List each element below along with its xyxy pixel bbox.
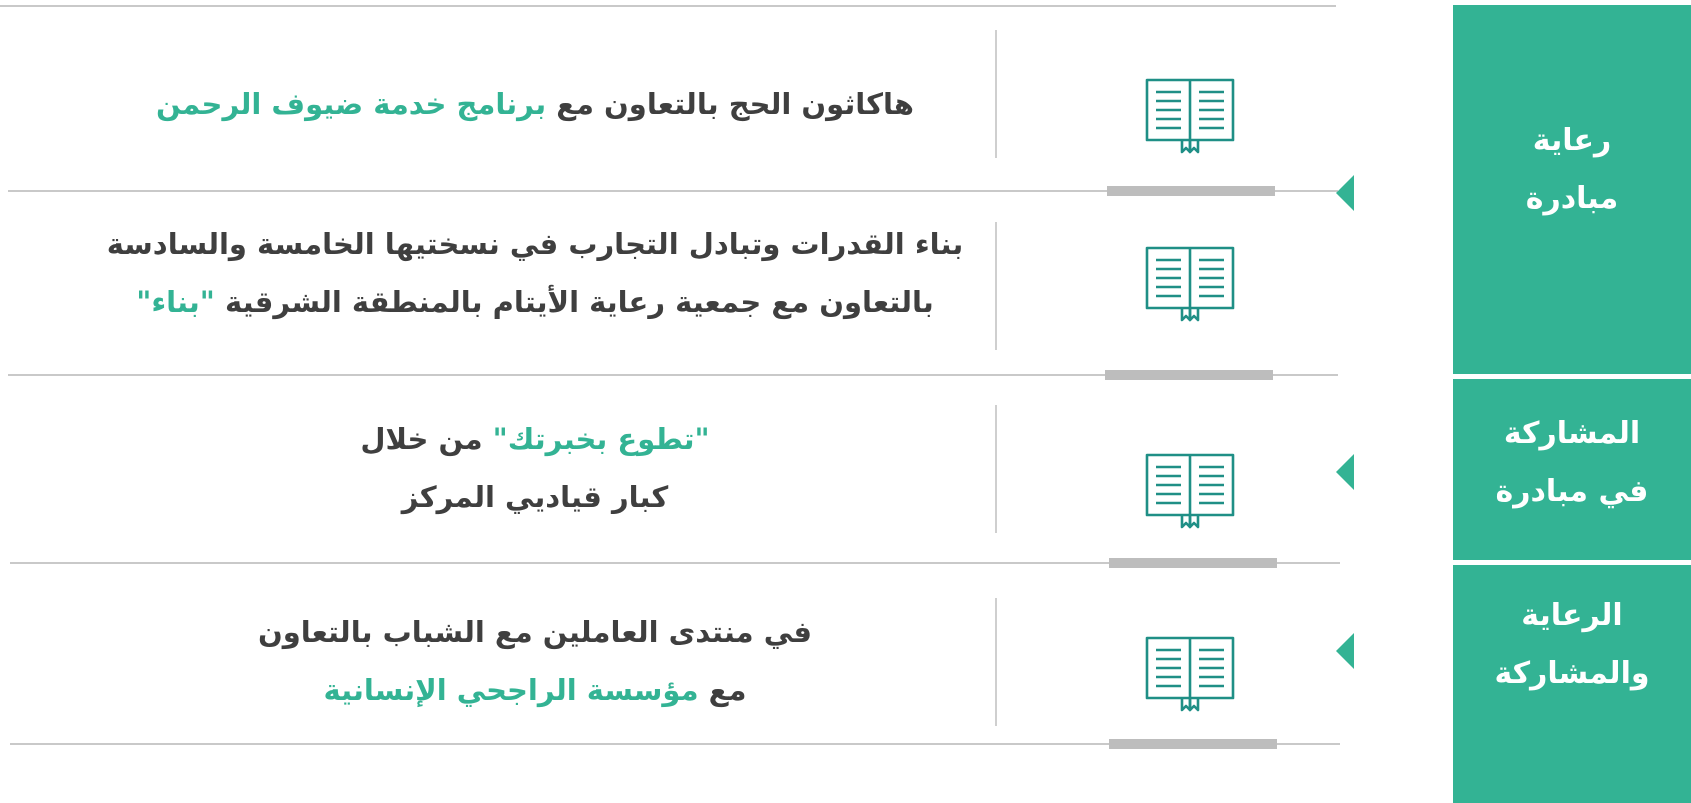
- description-text: بالتعاون مع جمعية رعاية الأيتام بالمنطقة…: [214, 285, 934, 319]
- category-pointer: [1336, 633, 1354, 669]
- category-label-participation: المشاركة في مبادرة: [1453, 405, 1691, 521]
- category-label-sponsorship: رعاية مبادرة: [1453, 112, 1691, 228]
- description-text: هاكاثون الحج بالتعاون مع: [546, 87, 914, 121]
- open-book-icon: [1145, 246, 1235, 322]
- description-line: مع مؤسسة الراجحي الإنسانية: [60, 661, 1010, 719]
- icon-underline-bar: [1107, 186, 1275, 196]
- open-book-icon: [1145, 636, 1235, 712]
- description-line: "تطوع بخبرتك" من خلال: [60, 410, 1010, 468]
- category-label-sponsorship-participation: الرعاية والمشاركة: [1453, 587, 1691, 703]
- category-label-line: مبادرة: [1525, 181, 1619, 216]
- description-text: بناء القدرات وتبادل التجارب في نسختيها ا…: [106, 227, 964, 261]
- description-highlight: مؤسسة الراجحي الإنسانية: [323, 673, 699, 707]
- description-text: كبار قياديي المركز: [401, 480, 669, 514]
- initiative-description: بناء القدرات وتبادل التجارب في نسختيها ا…: [60, 215, 1010, 331]
- category-pointer: [1336, 454, 1354, 490]
- open-book-icon: [1145, 78, 1235, 154]
- category-pointer: [1336, 175, 1354, 211]
- category-label-line: المشاركة: [1503, 416, 1641, 451]
- description-line: بالتعاون مع جمعية رعاية الأيتام بالمنطقة…: [60, 273, 1010, 331]
- description-line: بناء القدرات وتبادل التجارب في نسختيها ا…: [60, 215, 1010, 273]
- open-book-icon: [1145, 453, 1235, 529]
- description-highlight: "بناء": [136, 285, 215, 319]
- description-line: هاكاثون الحج بالتعاون مع برنامج خدمة ضيو…: [60, 75, 1010, 133]
- category-label-line: في مبادرة: [1495, 474, 1649, 509]
- icon-underline-bar: [1109, 739, 1277, 749]
- description-line: كبار قياديي المركز: [60, 468, 1010, 526]
- icon-underline-bar: [1105, 370, 1273, 380]
- description-highlight: "تطوع بخبرتك": [492, 422, 710, 456]
- category-label-line: والمشاركة: [1494, 656, 1650, 691]
- description-text: مع: [698, 673, 747, 707]
- description-highlight: برنامج خدمة ضيوف الرحمن: [156, 87, 547, 121]
- description-text: من خلال: [360, 422, 493, 456]
- row-divider: [0, 5, 1336, 7]
- category-label-line: رعاية: [1532, 123, 1612, 158]
- description-line: في منتدى العاملين مع الشباب بالتعاون: [60, 603, 1010, 661]
- initiatives-table: رعاية مبادرة المشاركة في مبادرة الرعاية …: [0, 0, 1691, 803]
- initiative-description: في منتدى العاملين مع الشباب بالتعاون مع …: [60, 603, 1010, 719]
- category-label-line: الرعاية: [1521, 598, 1623, 633]
- initiative-description: "تطوع بخبرتك" من خلال كبار قياديي المركز: [60, 410, 1010, 526]
- initiative-description: هاكاثون الحج بالتعاون مع برنامج خدمة ضيو…: [60, 75, 1010, 133]
- description-text: في منتدى العاملين مع الشباب بالتعاون: [257, 615, 813, 649]
- icon-underline-bar: [1109, 558, 1277, 568]
